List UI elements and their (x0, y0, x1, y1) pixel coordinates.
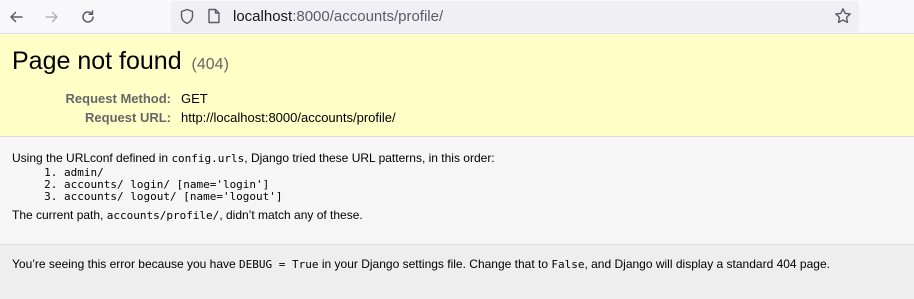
info-section: Using the URLconf defined in config.urls… (0, 137, 914, 245)
django-error-page: Page not found (404) Request Method: GET… (0, 34, 914, 299)
request-method-label: Request Method: (65, 91, 171, 106)
page-title: Page not found (404) (12, 46, 902, 80)
request-method-row: Request Method: GET (12, 90, 396, 109)
summary-section: Page not found (404) Request Method: GET… (0, 34, 914, 137)
request-meta-table: Request Method: GET Request URL: http://… (12, 90, 396, 128)
request-url-label: Request URL: (85, 110, 171, 125)
arrow-left-icon (10, 11, 23, 23)
intro-text-end: , Django tried these URL patterns, in th… (244, 151, 495, 165)
request-url-row: Request URL: http://localhost:8000/accou… (12, 109, 396, 128)
arrow-right-icon (45, 11, 58, 23)
debug-setting: DEBUG = True (239, 258, 319, 271)
url-path: :8000/accounts/profile/ (292, 8, 444, 25)
back-button[interactable] (3, 4, 29, 30)
current-path-text-end: , didn’t match any of these. (219, 208, 363, 222)
intro-text: Using the URLconf defined in (12, 151, 172, 165)
explanation-text: , and Django will display a standard 404… (584, 257, 830, 271)
url-host: localhost (233, 8, 293, 25)
explanation-text: in your Django settings file. Change tha… (318, 257, 552, 271)
debug-explanation: You’re seeing this error because you hav… (12, 257, 902, 272)
explanation-section: You’re seeing this error because you hav… (0, 245, 914, 299)
url-pattern-list: admin/ accounts/ login/ [name='login'] a… (12, 167, 902, 203)
shield-icon[interactable] (179, 8, 195, 25)
status-code: (404) (191, 56, 229, 73)
url-text[interactable]: localhost:8000/accounts/profile/ (233, 8, 443, 25)
false-value: False (551, 258, 585, 271)
address-bar[interactable]: localhost:8000/accounts/profile/ (171, 1, 859, 32)
current-path-message: The current path, accounts/profile/, did… (12, 208, 902, 223)
page-info-icon[interactable] (207, 8, 221, 24)
reload-button[interactable] (75, 4, 101, 30)
urlconf-intro: Using the URLconf defined in config.urls… (12, 151, 902, 166)
current-path-text: The current path, (12, 208, 107, 222)
bookmark-star-icon[interactable] (834, 7, 852, 25)
request-method-value: GET (181, 91, 208, 106)
current-path: accounts/profile/ (106, 209, 220, 222)
forward-button[interactable] (39, 4, 65, 30)
explanation-text: You’re seeing this error because you hav… (12, 257, 240, 271)
browser-toolbar: localhost:8000/accounts/profile/ (0, 0, 914, 34)
url-pattern-item: accounts/ logout/ [name='logout'] (64, 191, 902, 203)
reload-icon (82, 10, 94, 23)
urlconf-name: config.urls (171, 152, 245, 165)
request-url-value: http://localhost:8000/accounts/profile/ (181, 110, 396, 125)
error-title: Page not found (12, 47, 182, 75)
